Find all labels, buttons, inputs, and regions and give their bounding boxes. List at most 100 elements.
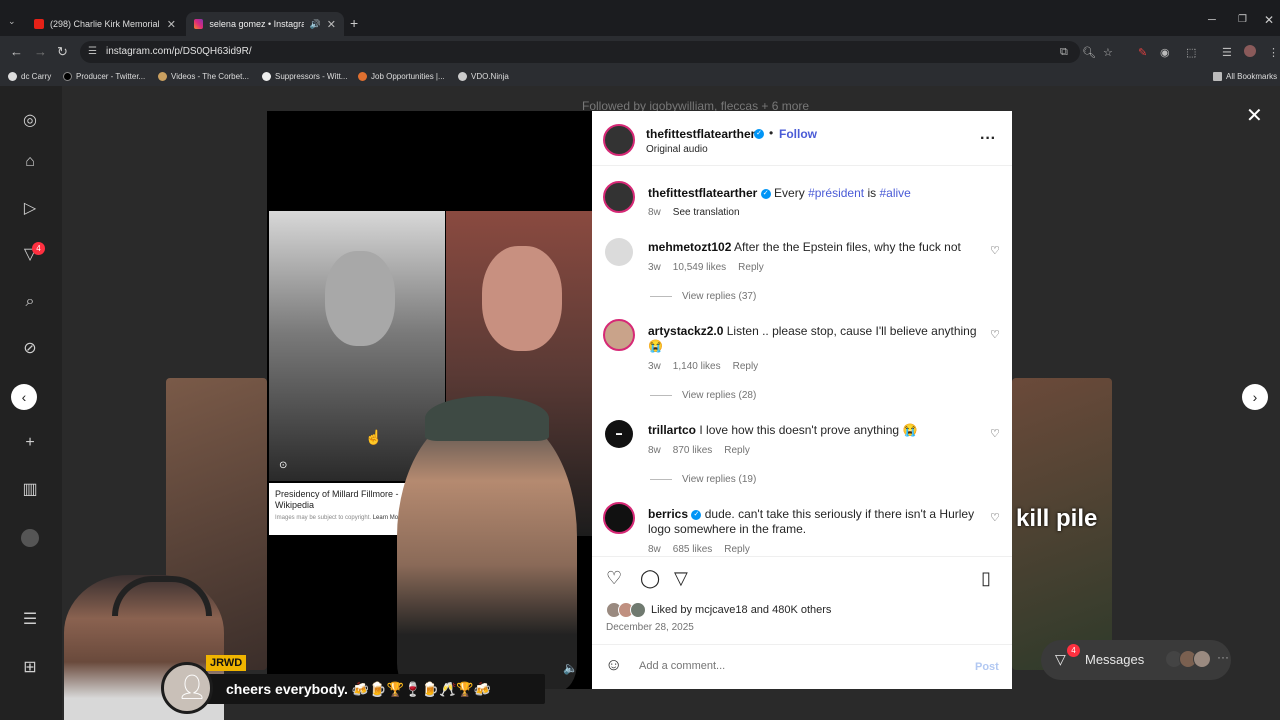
notification-badge: 4 xyxy=(32,242,45,255)
url-text[interactable]: instagram.com/p/DS0QH63id9R/ xyxy=(106,46,252,57)
pen-extension-icon[interactable]: ✎ xyxy=(1138,46,1147,59)
bookmark-item[interactable]: dc Carry xyxy=(8,72,51,81)
comment-divider xyxy=(592,644,1012,645)
like-comment-icon[interactable]: ♡ xyxy=(990,244,1000,257)
speaker-person xyxy=(397,411,577,689)
zoom-icon[interactable]: 🔍︎ xyxy=(1082,46,1096,59)
audio-speaker-icon[interactable]: 🔈 xyxy=(563,661,578,675)
bookmark-favicon-icon xyxy=(158,72,167,81)
liked-by-avatars xyxy=(606,602,648,618)
reload-icon[interactable]: ↻ xyxy=(57,44,68,60)
forward-icon[interactable]: → xyxy=(34,44,47,59)
star-icon[interactable]: ☆ xyxy=(1103,46,1113,59)
instagram-logo-icon[interactable]: ◎ xyxy=(20,111,40,131)
explore-icon[interactable]: ⊘ xyxy=(20,339,40,359)
actions-divider xyxy=(592,556,1012,557)
post-comment-button[interactable]: Post xyxy=(975,661,999,673)
audio-label[interactable]: Original audio xyxy=(646,144,708,155)
close-window-button[interactable]: ✕ xyxy=(1264,13,1274,27)
comment-input[interactable] xyxy=(639,658,939,674)
messages-pill[interactable]: ▽ 4 Messages ··· xyxy=(1041,640,1231,680)
chat-overlay: cheers everybody. 🍻🍺🏆🍷🍺🥂🏆🍻 xyxy=(200,674,545,704)
more-menu-icon[interactable]: ☰ xyxy=(20,610,40,630)
view-replies-button[interactable]: View replies (28) xyxy=(650,390,756,401)
messages-more-icon: ··· xyxy=(1217,650,1229,664)
bookmark-icon[interactable]: ▯ xyxy=(981,568,991,589)
also-from-meta-icon[interactable]: ⊞ xyxy=(20,658,40,678)
like-heart-icon[interactable]: ♡ xyxy=(606,568,622,589)
tab-title: (298) Charlie Kirk Memorial - H xyxy=(50,19,160,29)
comment-text: berrics ✓ dude. can't take this seriousl… xyxy=(648,507,975,536)
all-bookmarks[interactable]: All Bookmarks xyxy=(1213,72,1277,81)
home-icon[interactable]: ⌂ xyxy=(20,152,40,172)
comment-avatar[interactable]: ▬ xyxy=(605,420,633,448)
post-video[interactable]: ⊙ Presidency of Millard Fillmore - Wikip… xyxy=(267,111,592,689)
tab-list-chevron-icon[interactable]: ⌄ xyxy=(8,16,16,27)
comment-avatar[interactable] xyxy=(603,319,635,351)
tab-youtube[interactable]: (298) Charlie Kirk Memorial - H ✕ xyxy=(26,12,184,36)
bookmark-item[interactable]: Suppressors - Witt... xyxy=(262,72,347,81)
minimize-button[interactable]: ─ xyxy=(1208,14,1216,26)
bookmark-favicon-icon xyxy=(358,72,367,81)
comment-avatar[interactable] xyxy=(605,238,633,266)
speaker-icon[interactable]: 🔊 xyxy=(310,19,321,30)
like-comment-icon[interactable]: ♡ xyxy=(990,328,1000,341)
messages-avatars xyxy=(1165,650,1213,668)
dashboard-icon[interactable]: ▥ xyxy=(20,480,40,500)
share-icon[interactable]: ▽ xyxy=(674,568,688,589)
extension-icon[interactable]: ◉ xyxy=(1160,46,1170,59)
install-icon[interactable]: ⧉ xyxy=(1060,46,1068,59)
dot-separator: • xyxy=(769,126,774,140)
puzzle-icon[interactable]: ⬚ xyxy=(1186,46,1196,59)
mouse-cursor-icon: ☝ xyxy=(365,429,383,445)
profile-avatar[interactable] xyxy=(1244,45,1256,57)
tab-instagram[interactable]: selena gomez • Instagram 🔊 ✕ xyxy=(186,12,344,36)
search-icon[interactable]: ⌕ xyxy=(20,292,40,312)
profile-avatar[interactable] xyxy=(21,529,39,547)
portrait-head xyxy=(325,251,395,346)
bookmark-item[interactable]: Videos - The Corbet... xyxy=(158,72,249,81)
liked-by-text: Liked by mcjcave18 and 480K others xyxy=(651,604,832,616)
chat-username-badge: JRWD xyxy=(206,655,247,671)
close-icon[interactable]: ✕ xyxy=(1246,103,1263,128)
more-options-icon[interactable]: ··· xyxy=(980,130,996,148)
comment-meta: 3w 1,140 likes Reply xyxy=(648,361,759,372)
back-icon[interactable]: ← xyxy=(10,44,23,59)
comment-text: mehmetozt102 After the the Epstein files… xyxy=(648,240,961,254)
new-tab-button[interactable]: + xyxy=(350,15,358,31)
author-avatar[interactable] xyxy=(603,124,635,156)
bookmark-item[interactable]: Job Opportunities |... xyxy=(358,72,445,81)
vdo-ninja-icon xyxy=(458,72,467,81)
comment-avatar[interactable] xyxy=(603,502,635,534)
verified-icon: ✓ xyxy=(760,188,771,199)
follow-button[interactable]: Follow xyxy=(779,127,817,141)
bookmark-item[interactable]: Producer - Twitter... xyxy=(63,72,145,81)
next-post-button[interactable]: › xyxy=(1242,384,1268,410)
tab-close-icon[interactable]: ✕ xyxy=(327,18,336,31)
site-info-icon[interactable]: ☰ xyxy=(88,46,97,57)
bookmark-item[interactable]: VDO.Ninja xyxy=(458,72,509,81)
view-replies-button[interactable]: View replies (37) xyxy=(650,291,756,302)
post-date: December 28, 2025 xyxy=(606,622,694,633)
emoji-icon[interactable]: ☺ xyxy=(605,655,622,675)
menu-icon[interactable]: ⋮ xyxy=(1268,46,1279,59)
caption-author-avatar[interactable] xyxy=(603,181,635,213)
verified-icon: ✓ xyxy=(754,129,764,139)
lens-icon[interactable]: ⊙ xyxy=(279,460,287,471)
like-comment-icon[interactable]: ♡ xyxy=(990,511,1000,524)
comment-meta: 8w 685 likes Reply xyxy=(648,544,750,555)
create-icon[interactable]: + xyxy=(20,433,40,453)
view-replies-button[interactable]: View replies (19) xyxy=(650,474,756,485)
comment-bubble-icon[interactable]: ◯ xyxy=(640,568,660,589)
restore-button[interactable]: ❐ xyxy=(1238,14,1247,25)
reading-list-icon[interactable]: ☰ xyxy=(1222,46,1232,59)
like-comment-icon[interactable]: ♡ xyxy=(990,427,1000,440)
tab-close-icon[interactable]: ✕ xyxy=(167,18,176,31)
comment-meta: 3w 10,549 likes Reply xyxy=(648,262,764,273)
reels-icon[interactable]: ▷ xyxy=(20,199,40,219)
folder-icon xyxy=(1213,72,1222,81)
author-username[interactable]: thefittestflatearther xyxy=(646,127,755,141)
chat-message: cheers everybody. 🍻🍺🏆🍷🍺🥂🏆🍻 xyxy=(226,681,492,697)
baldwin-face xyxy=(482,246,562,351)
previous-post-button[interactable]: ‹ xyxy=(11,384,37,410)
